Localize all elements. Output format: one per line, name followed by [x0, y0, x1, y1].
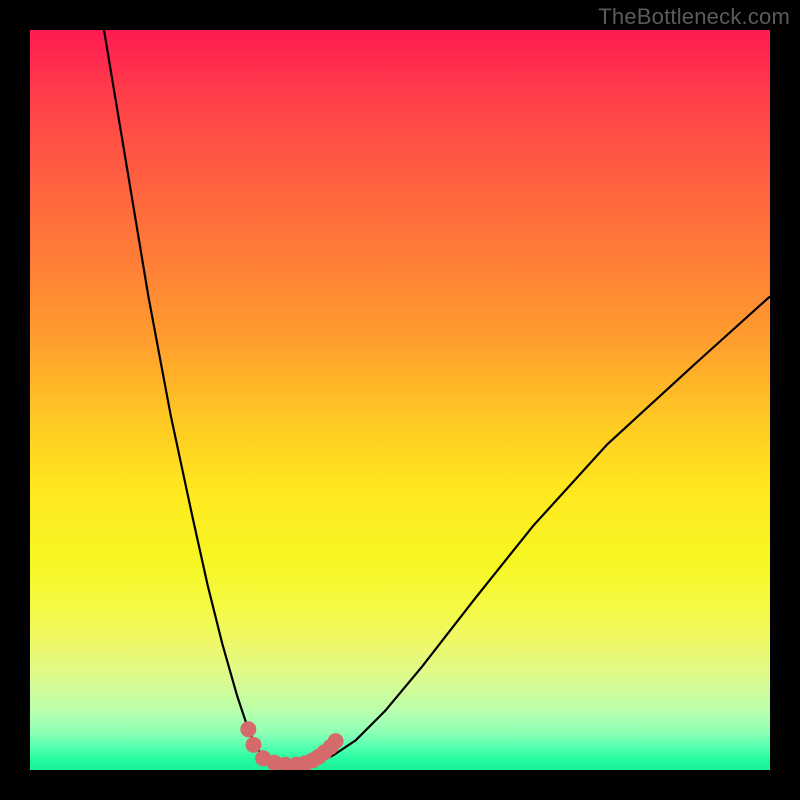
highlight-dot	[246, 737, 262, 753]
chart-frame: TheBottleneck.com	[0, 0, 800, 800]
plot-area	[30, 30, 770, 770]
bottleneck-curve	[104, 30, 770, 766]
highlight-dots	[240, 721, 343, 770]
curve-layer	[104, 30, 770, 766]
watermark-text: TheBottleneck.com	[598, 4, 790, 30]
highlight-dot	[328, 733, 344, 749]
highlight-dot	[240, 721, 256, 737]
chart-svg	[30, 30, 770, 770]
